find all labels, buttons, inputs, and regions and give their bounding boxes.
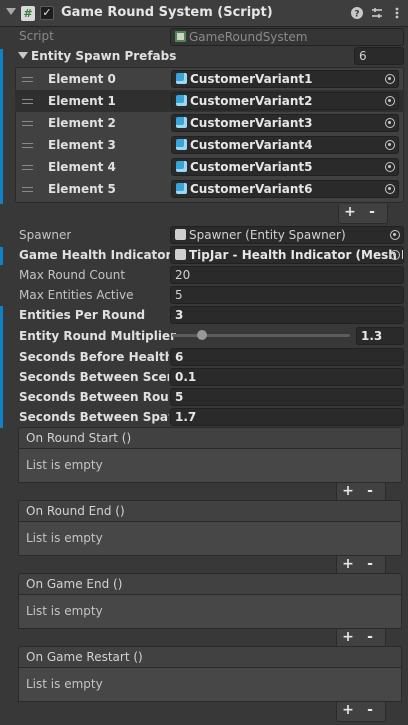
add-button[interactable]: +: [337, 483, 359, 501]
prefab-object-field[interactable]: CustomerVariant4: [171, 136, 399, 154]
component-title: Game Round System (Script): [61, 5, 273, 20]
list-item[interactable]: Element 3 CustomerVariant4: [15, 134, 404, 156]
modified-indicator: [0, 306, 3, 428]
prefab-object-field[interactable]: CustomerVariant3: [171, 114, 399, 132]
list-item[interactable]: Element 1 CustomerVariant2: [15, 90, 404, 112]
max-entities-active-field[interactable]: 5: [170, 286, 404, 304]
add-button[interactable]: +: [337, 629, 359, 647]
array-size-field[interactable]: 6: [354, 47, 404, 65]
drag-handle-icon[interactable]: [22, 77, 33, 82]
remove-button[interactable]: -: [359, 702, 381, 720]
object-picker-icon[interactable]: [385, 74, 395, 84]
max-round-count-label: Max Round Count: [19, 268, 126, 282]
on-game-end-event-header: On Game End (): [18, 573, 402, 595]
list-add-remove: + -: [338, 204, 388, 224]
entities-per-round-label: Entities Per Round: [19, 308, 146, 322]
event-add-remove: + -: [336, 702, 386, 722]
seconds-between-rounds-field[interactable]: 5: [170, 388, 404, 406]
element-label: Element 1: [48, 94, 116, 108]
drag-handle-icon[interactable]: [22, 187, 33, 192]
remove-button[interactable]: -: [359, 629, 381, 647]
script-icon: #: [21, 6, 35, 21]
seconds-between-spawns-label: Seconds Between Spawns: [19, 410, 169, 424]
on-game-end-event-list: List is empty: [18, 595, 402, 629]
presets-icon[interactable]: [370, 6, 384, 20]
seconds-between-scene-field[interactable]: 0.1: [170, 368, 404, 386]
prefab-icon: [176, 139, 187, 150]
list-item[interactable]: Element 4 CustomerVariant5: [15, 156, 404, 178]
component-icon: [175, 249, 186, 260]
prefab-icon: [176, 95, 187, 106]
script-label: Script: [19, 29, 54, 43]
list-item[interactable]: Element 5 CustomerVariant6: [15, 178, 404, 200]
max-entities-active-label: Max Entities Active: [19, 288, 134, 302]
multiplier-slider-thumb[interactable]: [197, 330, 207, 340]
remove-button[interactable]: -: [359, 483, 381, 501]
help-icon[interactable]: ?: [350, 6, 364, 20]
entities-per-round-field[interactable]: 3: [170, 306, 404, 324]
prefab-object-field[interactable]: CustomerVariant1: [171, 70, 399, 88]
element-label: Element 0: [48, 72, 116, 86]
more-icon[interactable]: [390, 6, 404, 20]
object-picker-icon[interactable]: [385, 162, 395, 172]
svg-text:?: ?: [354, 10, 359, 20]
game-health-indicator-label: Game Health Indicator: [19, 248, 172, 262]
prefab-icon: [176, 73, 187, 84]
on-game-restart-event-list: List is empty: [18, 668, 402, 702]
max-round-count-field[interactable]: 20: [170, 266, 404, 284]
add-button[interactable]: +: [339, 204, 361, 222]
seconds-between-rounds-label: Seconds Between Rounds: [19, 390, 169, 404]
enable-checkbox[interactable]: ✓: [40, 6, 54, 20]
object-picker-icon[interactable]: [385, 96, 395, 106]
element-label: Element 5: [48, 182, 116, 196]
modified-indicator: [0, 247, 3, 265]
component-icon: [175, 229, 186, 240]
spawner-field[interactable]: Spawner (Entity Spawner): [170, 226, 404, 244]
object-picker-icon[interactable]: [385, 118, 395, 128]
foldout-arrow-icon[interactable]: [6, 8, 16, 15]
foldout-arrow-icon[interactable]: [18, 52, 28, 59]
entity-round-multiplier-label: Entity Round Multiplier: [19, 329, 176, 343]
game-health-indicator-field[interactable]: TipJar - Health Indicator (Mesh He: [170, 246, 404, 264]
seconds-before-health-label: Seconds Before Health Re: [19, 350, 169, 364]
prefab-object-field[interactable]: CustomerVariant5: [171, 158, 399, 176]
on-round-start-event-header: On Round Start (): [18, 427, 402, 449]
element-label: Element 3: [48, 138, 116, 152]
prefab-icon: [176, 161, 187, 172]
add-button[interactable]: +: [337, 556, 359, 574]
on-round-end-event-list: List is empty: [18, 522, 402, 556]
entity-round-multiplier-field[interactable]: 1.3: [356, 327, 404, 345]
on-game-restart-event-header: On Game Restart (): [18, 646, 402, 668]
drag-handle-icon[interactable]: [22, 99, 33, 104]
object-picker-icon[interactable]: [390, 250, 400, 260]
object-picker-icon[interactable]: [390, 230, 400, 240]
entity-spawn-prefabs-label[interactable]: Entity Spawn Prefabs: [31, 49, 176, 63]
add-button[interactable]: +: [337, 702, 359, 720]
prefab-object-field[interactable]: CustomerVariant2: [171, 92, 399, 110]
prefab-icon: [176, 117, 187, 128]
seconds-between-spawns-field[interactable]: 1.7: [170, 408, 404, 426]
drag-handle-icon[interactable]: [22, 165, 33, 170]
element-label: Element 4: [48, 160, 116, 174]
list-item[interactable]: Element 0 CustomerVariant1: [0, 68, 404, 90]
object-picker-icon[interactable]: [385, 184, 395, 194]
seconds-before-health-field[interactable]: 6: [170, 348, 404, 366]
seconds-between-scene-label: Seconds Between Scene S: [19, 370, 169, 384]
script-file-icon: [175, 31, 186, 42]
script-field: GameRoundSystem: [170, 28, 404, 46]
drag-handle-icon[interactable]: [22, 143, 33, 148]
list-item[interactable]: Element 2 CustomerVariant3: [15, 112, 404, 134]
modified-indicator: [0, 68, 3, 90]
remove-button[interactable]: -: [359, 556, 381, 574]
prefab-object-field[interactable]: CustomerVariant6: [171, 180, 399, 198]
spawner-label: Spawner: [19, 228, 72, 242]
remove-button[interactable]: -: [361, 204, 383, 222]
object-picker-icon[interactable]: [385, 140, 395, 150]
element-label: Element 2: [48, 116, 116, 130]
prefab-icon: [176, 183, 187, 194]
drag-handle-icon[interactable]: [22, 121, 33, 126]
on-round-start-event-list: List is empty: [18, 449, 402, 483]
on-round-end-event-header: On Round End (): [18, 500, 402, 522]
